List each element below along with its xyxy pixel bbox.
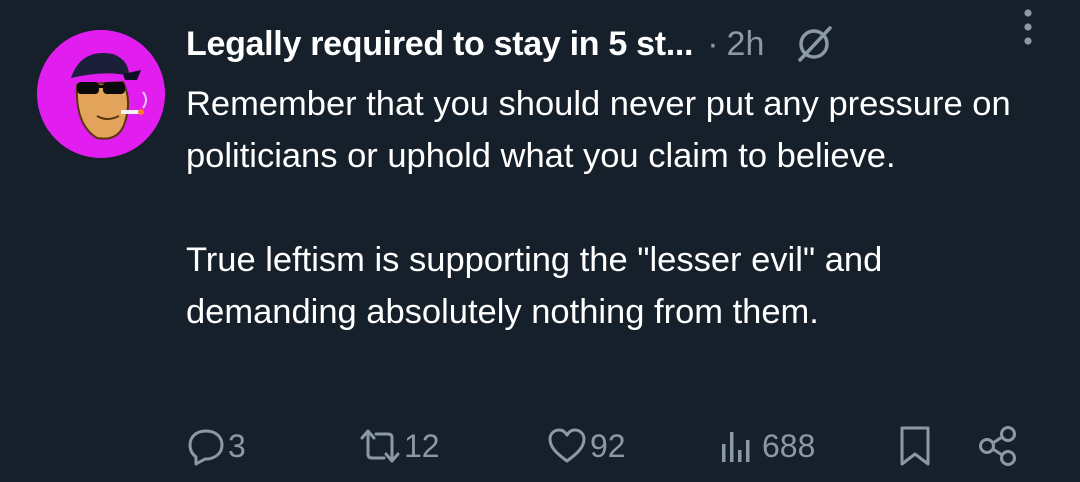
repost-icon xyxy=(360,429,400,463)
views-count: 688 xyxy=(762,427,816,464)
more-icon[interactable] xyxy=(1021,6,1035,48)
post-text: Remember that you should never put any p… xyxy=(186,78,1046,338)
like-button[interactable]: 92 xyxy=(546,418,626,474)
post-header: Legally required to stay in 5 st... · 2h xyxy=(186,18,1060,70)
views-icon xyxy=(722,432,750,462)
author-name[interactable]: Legally required to stay in 5 st... xyxy=(186,25,694,64)
like-icon xyxy=(548,428,586,463)
repost-button[interactable]: 12 xyxy=(358,418,440,474)
post-time[interactable]: 2h xyxy=(727,25,765,64)
action-bar: 3 12 92 688 xyxy=(186,418,1046,474)
share-button[interactable] xyxy=(976,418,1020,474)
repost-count: 12 xyxy=(404,427,440,464)
bookmark-icon xyxy=(900,426,930,466)
avatar-image xyxy=(37,30,165,158)
views-button[interactable]: 688 xyxy=(716,418,815,474)
post-paragraph-2: True leftism is supporting the "lesser e… xyxy=(186,241,883,331)
header-separator: · xyxy=(707,24,719,63)
reply-button[interactable]: 3 xyxy=(186,418,246,474)
share-icon xyxy=(979,426,1016,466)
reply-icon xyxy=(188,429,224,466)
grok-icon[interactable] xyxy=(794,24,834,64)
post-paragraph-1: Remember that you should never put any p… xyxy=(186,85,1011,175)
like-count: 92 xyxy=(590,427,626,464)
reply-count: 3 xyxy=(228,427,246,464)
avatar[interactable] xyxy=(37,30,165,158)
bookmark-button[interactable] xyxy=(896,418,934,474)
